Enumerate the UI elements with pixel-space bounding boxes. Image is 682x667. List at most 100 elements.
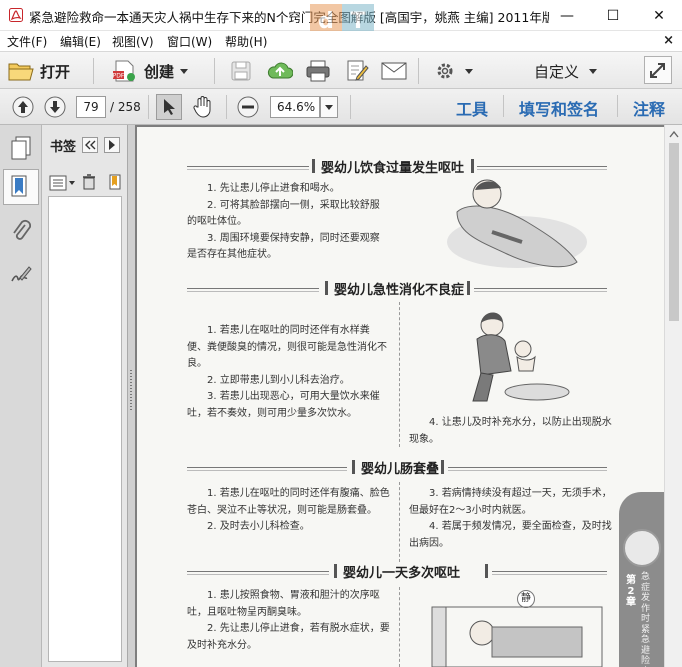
fullscreen-button[interactable]	[644, 56, 672, 84]
attachments-button[interactable]	[7, 217, 35, 245]
fill-sign-panel-link[interactable]: 填写和签名	[519, 96, 599, 120]
page-thumbnails-icon	[11, 136, 31, 160]
step-text: 1. 若患儿在呕吐的同时还伴有水样粪便、粪便酸臭的情况，则很可能是急性消化不良。	[187, 325, 387, 369]
customize-dropdown[interactable]: 自定义	[534, 58, 598, 84]
section-title: 婴幼儿急性消化不良症	[334, 283, 465, 298]
print-icon	[306, 60, 330, 82]
document-page: 婴幼儿饮食过量发生呕吐 1. 先让患儿停止进食和喝水。 2. 可将其脸部摆向一侧…	[137, 127, 664, 667]
comment-panel-link[interactable]: 注释	[633, 96, 665, 120]
minimize-icon: —	[560, 7, 574, 24]
collapse-panel-button[interactable]	[82, 137, 98, 153]
menu-file[interactable]: 文件(F)	[7, 33, 47, 50]
section-text: 3. 若病情持续没有超过一天，无须手术，但最好在2～3小时内就医。 4. 若属于…	[409, 486, 615, 552]
menu-help[interactable]: 帮助(H)	[225, 33, 267, 50]
zoom-caret	[325, 104, 333, 110]
expand-panel-button[interactable]	[104, 137, 120, 153]
acrobat-app-icon	[9, 8, 23, 22]
arrow-up-icon	[12, 96, 34, 118]
window-title: 紧急避险救命一本通天灾人祸中生存下来的N个窍门完全图解版 [高国宇，姚燕 主编]…	[29, 10, 549, 25]
title-bar: 紧急避险救命一本通天灾人祸中生存下来的N个窍门完全图解版 [高国宇，姚燕 主编]…	[0, 0, 682, 40]
create-button[interactable]: PDF 创建	[112, 56, 189, 86]
vertical-scrollbar[interactable]	[664, 125, 682, 667]
double-chevron-left-icon	[85, 140, 96, 150]
toolbar-divider	[93, 58, 94, 84]
splitter-grip[interactable]	[130, 370, 132, 410]
bookmarks-tab-button[interactable]	[3, 169, 39, 205]
zoom-dropdown[interactable]	[320, 96, 338, 118]
upload-icon	[267, 62, 293, 79]
step-text: 2. 立即带患儿到小儿科去治疗。	[207, 374, 350, 386]
menu-view[interactable]: 视图(V)	[112, 33, 154, 50]
chapter-tab: 第2章 急症发作时紧急避险方	[619, 492, 664, 667]
create-pdf-icon: PDF	[113, 60, 135, 82]
close-button[interactable]: ✕	[636, 0, 682, 31]
menu-window[interactable]: 窗口(W)	[167, 33, 212, 50]
toolbar-divider	[617, 95, 618, 117]
section-text: 1. 患儿按照食物、胃液和胆汁的次序呕吐，且呕吐物呈丙酮臭味。 2. 先让患儿停…	[187, 588, 393, 654]
zoom-out-button[interactable]	[236, 95, 260, 119]
scroll-up-icon[interactable]	[669, 130, 679, 138]
maximize-button[interactable]: ☐	[590, 0, 636, 31]
column-divider	[399, 587, 400, 667]
prev-page-button[interactable]	[11, 95, 35, 119]
customize-label: 自定义	[534, 62, 580, 81]
bookmarks-title: 书签	[50, 140, 77, 155]
delete-bookmark-button[interactable]	[80, 172, 98, 192]
toolbar-divider	[214, 58, 215, 84]
section-text: 1. 若患儿在呕吐的同时还伴有水样粪便、粪便酸臭的情况，则很可能是急性消化不良。…	[187, 323, 389, 422]
settings-button[interactable]	[430, 58, 478, 84]
paperclip-icon	[13, 220, 31, 240]
close-document-icon[interactable]: ×	[663, 33, 674, 48]
next-page-button[interactable]	[43, 95, 67, 119]
toolbar-divider	[418, 58, 419, 84]
customize-caret	[589, 68, 598, 74]
email-button[interactable]	[380, 58, 408, 84]
infant-in-bed-illustration	[431, 606, 603, 667]
page-number-input[interactable]: 79	[76, 96, 106, 118]
bookmark-options-button[interactable]	[46, 173, 78, 193]
signature-icon	[11, 266, 32, 282]
page-thumbnails-button[interactable]	[7, 134, 35, 162]
step-text: 4. 让患儿及时补充水分，以防止出现脱水现象。	[409, 417, 612, 445]
step-text: 2. 可将其脸部摆向一侧，采取比较舒服的呕吐体位。	[187, 199, 380, 228]
save-icon	[231, 61, 251, 81]
save-button[interactable]	[228, 58, 254, 84]
toolbar-divider	[503, 95, 504, 117]
section-heading: 婴幼儿一天多次呕吐	[187, 561, 607, 581]
new-bookmark-button[interactable]	[108, 172, 122, 192]
edit-button[interactable]	[343, 58, 371, 84]
section-heading: 婴幼儿急性消化不良症	[187, 278, 607, 298]
chapter-tab-image	[623, 529, 661, 567]
arrow-down-icon	[44, 96, 66, 118]
minimize-button[interactable]: —	[544, 0, 590, 31]
main-toolbar: 打开 PDF 创建 自定义	[0, 51, 682, 89]
upload-button[interactable]	[266, 58, 294, 84]
open-button[interactable]: 打开	[8, 56, 70, 86]
options-caret	[69, 181, 75, 185]
document-viewer[interactable]: 婴幼儿饮食过量发生呕吐 1. 先让患儿停止进食和喝水。 2. 可将其脸部摆向一侧…	[135, 125, 664, 667]
bookmark-tree[interactable]	[48, 196, 122, 662]
trash-icon	[83, 174, 95, 190]
chapter-number: 第2章	[626, 575, 636, 608]
step-text: 4. 若属于频发情况，要全面检查，及时找出病因。	[409, 521, 612, 549]
zoom-out-icon	[237, 96, 259, 118]
cursor-icon	[164, 99, 175, 115]
menu-edit[interactable]: 编辑(E)	[60, 33, 101, 50]
tools-panel-link[interactable]: 工具	[456, 96, 488, 120]
select-tool-button[interactable]	[156, 94, 182, 120]
maximize-icon: ☐	[606, 7, 620, 24]
step-text: 3. 若患儿出现恶心，可用大量饮水来催吐，若不奏效，则可用少量多次饮水。	[187, 391, 380, 419]
email-icon	[381, 62, 407, 80]
section-title: 婴幼儿一天多次呕吐	[343, 566, 461, 581]
bookmark-icon	[11, 175, 27, 197]
svg-text:PDF: PDF	[113, 73, 125, 80]
print-button[interactable]	[304, 58, 332, 84]
section-title: 婴幼儿肠套叠	[361, 462, 440, 477]
zoom-input[interactable]: 64.6%	[270, 96, 320, 118]
scroll-thumb[interactable]	[669, 143, 679, 321]
section-text: 4. 让患儿及时补充水分，以防止出现脱水现象。	[409, 415, 615, 448]
hand-tool-button[interactable]	[190, 94, 216, 120]
section-heading: 婴幼儿肠套叠	[187, 457, 607, 477]
step-text: 3. 若病情持续没有超过一天，无须手术，但最好在2～3小时内就医。	[409, 488, 612, 516]
signatures-button[interactable]	[7, 261, 35, 289]
